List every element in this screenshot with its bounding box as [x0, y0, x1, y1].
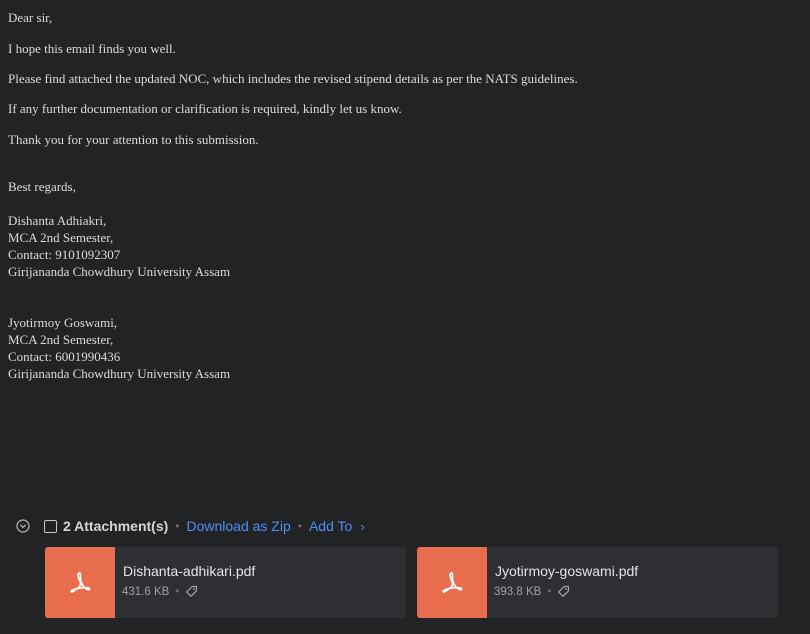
attachment-card-1[interactable]: Dishanta-adhikari.pdf 431.6 KB • [45, 547, 406, 618]
attachment-card-2[interactable]: Jyotirmoy-goswami.pdf 393.8 KB • [417, 547, 778, 618]
tag-icon[interactable] [557, 585, 570, 598]
tag-icon[interactable] [185, 585, 198, 598]
attachment-meta: 393.8 KB • [494, 585, 570, 598]
attachment-filename: Jyotirmoy-goswami.pdf [495, 563, 639, 579]
sender1-course: MCA 2nd Semester, [8, 230, 114, 245]
greeting: Dear sir, [8, 10, 53, 25]
sender2-university: Girijananda Chowdhury University Assam [8, 366, 231, 381]
separator-dot: • [547, 585, 552, 598]
collapse-chevron-icon[interactable] [16, 519, 30, 533]
sender1-university: Girijananda Chowdhury University Assam [8, 264, 231, 279]
select-all-attachments-checkbox[interactable] [44, 519, 57, 533]
attachment-size: 431.6 KB [122, 585, 170, 598]
attachments-toolbar: 2 Attachment(s) • Download as Zip • Add … [16, 514, 365, 538]
sender1-contact: Contact: 9101092307 [8, 247, 121, 262]
pdf-icon [417, 547, 487, 618]
sender2-contact: Contact: 6001990436 [8, 349, 121, 364]
sender2-name: Jyotirmoy Goswami, [8, 315, 118, 330]
body-paragraph-4: Thank you for your attention to this sub… [8, 132, 259, 147]
attachment-size: 393.8 KB [494, 585, 542, 598]
sender1-name: Dishanta Adhiakri, [8, 213, 107, 228]
sender2-course: MCA 2nd Semester, [8, 332, 114, 347]
body-paragraph-3: If any further documentation or clarific… [8, 101, 402, 116]
body-paragraph-1: I hope this email finds you well. [8, 41, 176, 56]
separator-dot: • [175, 519, 180, 533]
attachment-filename: Dishanta-adhikari.pdf [123, 563, 256, 579]
add-to-link[interactable]: Add To [309, 518, 352, 534]
closing: Best regards, [8, 179, 76, 194]
pdf-icon [45, 547, 115, 618]
attachment-count: 2 Attachment(s) [63, 518, 169, 534]
attachment-meta: 431.6 KB • [122, 585, 198, 598]
body-paragraph-2: Please find attached the updated NOC, wh… [8, 71, 578, 86]
separator-dot: • [175, 585, 180, 598]
chevron-right-icon[interactable]: › [360, 519, 364, 534]
download-zip-link[interactable]: Download as Zip [186, 518, 290, 534]
separator-dot: • [297, 519, 302, 533]
